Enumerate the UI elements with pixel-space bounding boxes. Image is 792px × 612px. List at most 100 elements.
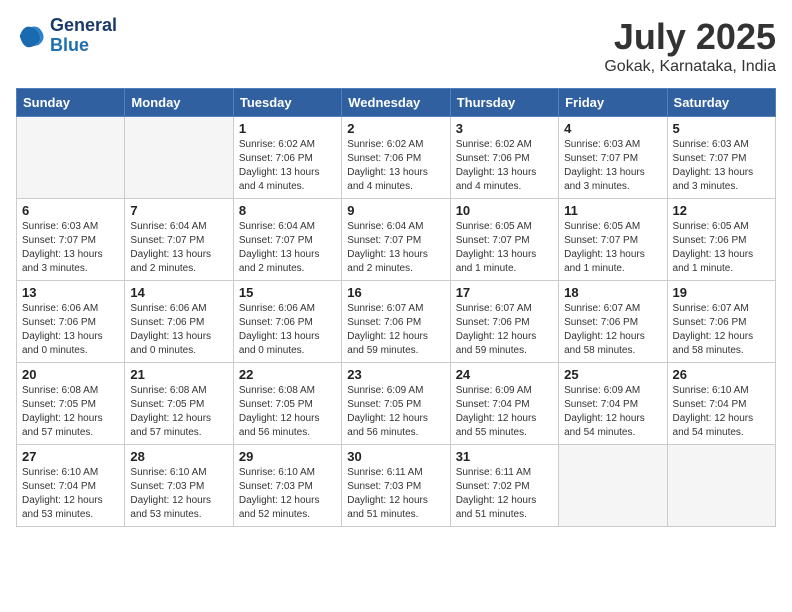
day-info: Sunrise: 6:07 AM Sunset: 7:06 PM Dayligh… bbox=[673, 302, 770, 358]
day-number: 29 bbox=[239, 449, 336, 464]
weekday-header: Sunday bbox=[17, 89, 125, 117]
day-info: Sunrise: 6:04 AM Sunset: 7:07 PM Dayligh… bbox=[239, 220, 336, 276]
calendar-day-cell: 30 Sunrise: 6:11 AM Sunset: 7:03 PM Dayli… bbox=[342, 445, 450, 527]
day-number: 10 bbox=[456, 203, 553, 218]
calendar-day-cell: 6 Sunrise: 6:03 AM Sunset: 7:07 PM Daylig… bbox=[17, 199, 125, 281]
day-info: Sunrise: 6:09 AM Sunset: 7:05 PM Dayligh… bbox=[347, 384, 444, 440]
day-number: 26 bbox=[673, 367, 770, 382]
day-info: Sunrise: 6:03 AM Sunset: 7:07 PM Dayligh… bbox=[22, 220, 119, 276]
day-number: 15 bbox=[239, 285, 336, 300]
calendar-day-cell: 8 Sunrise: 6:04 AM Sunset: 7:07 PM Daylig… bbox=[233, 199, 341, 281]
day-number: 11 bbox=[564, 203, 661, 218]
day-number: 16 bbox=[347, 285, 444, 300]
day-number: 31 bbox=[456, 449, 553, 464]
calendar-week-row: 27 Sunrise: 6:10 AM Sunset: 7:04 PM Dayli… bbox=[17, 445, 776, 527]
day-number: 12 bbox=[673, 203, 770, 218]
day-number: 28 bbox=[130, 449, 227, 464]
day-number: 17 bbox=[456, 285, 553, 300]
location-subtitle: Gokak, Karnataka, India bbox=[604, 58, 776, 76]
day-number: 8 bbox=[239, 203, 336, 218]
calendar-day-cell: 31Sunrise: 6:11 AM Sunset: 7:02 PM Dayli… bbox=[450, 445, 558, 527]
day-info: Sunrise: 6:07 AM Sunset: 7:06 PM Dayligh… bbox=[456, 302, 553, 358]
day-info: Sunrise: 6:07 AM Sunset: 7:06 PM Dayligh… bbox=[564, 302, 661, 358]
weekday-header: Monday bbox=[125, 89, 233, 117]
calendar-week-row: 1 Sunrise: 6:02 AM Sunset: 7:06 PM Daylig… bbox=[17, 117, 776, 199]
calendar-day-cell bbox=[125, 117, 233, 199]
calendar-day-cell: 23 Sunrise: 6:09 AM Sunset: 7:05 PM Dayli… bbox=[342, 363, 450, 445]
calendar-day-cell: 24Sunrise: 6:09 AM Sunset: 7:04 PM Dayli… bbox=[450, 363, 558, 445]
day-info: Sunrise: 6:02 AM Sunset: 7:06 PM Dayligh… bbox=[456, 138, 553, 194]
day-number: 9 bbox=[347, 203, 444, 218]
calendar-day-cell: 7 Sunrise: 6:04 AM Sunset: 7:07 PM Daylig… bbox=[125, 199, 233, 281]
day-number: 3 bbox=[456, 121, 553, 136]
day-number: 14 bbox=[130, 285, 227, 300]
day-info: Sunrise: 6:10 AM Sunset: 7:03 PM Dayligh… bbox=[239, 466, 336, 522]
day-info: Sunrise: 6:05 AM Sunset: 7:06 PM Dayligh… bbox=[673, 220, 770, 276]
day-number: 13 bbox=[22, 285, 119, 300]
day-number: 7 bbox=[130, 203, 227, 218]
day-number: 21 bbox=[130, 367, 227, 382]
calendar-day-cell: 2 Sunrise: 6:02 AM Sunset: 7:06 PM Daylig… bbox=[342, 117, 450, 199]
calendar-day-cell: 17 Sunrise: 6:07 AM Sunset: 7:06 PM Dayli… bbox=[450, 281, 558, 363]
day-info: Sunrise: 6:04 AM Sunset: 7:07 PM Dayligh… bbox=[130, 220, 227, 276]
day-number: 22 bbox=[239, 367, 336, 382]
day-info: Sunrise: 6:08 AM Sunset: 7:05 PM Dayligh… bbox=[22, 384, 119, 440]
calendar-day-cell: 21 Sunrise: 6:08 AM Sunset: 7:05 PM Dayli… bbox=[125, 363, 233, 445]
day-info: Sunrise: 6:05 AM Sunset: 7:07 PM Dayligh… bbox=[456, 220, 553, 276]
day-info: Sunrise: 6:11 AM Sunset: 7:03 PM Dayligh… bbox=[347, 466, 444, 522]
day-number: 18 bbox=[564, 285, 661, 300]
day-number: 30 bbox=[347, 449, 444, 464]
logo-icon bbox=[16, 21, 46, 51]
day-info: Sunrise: 6:04 AM Sunset: 7:07 PM Dayligh… bbox=[347, 220, 444, 276]
day-info: Sunrise: 6:10 AM Sunset: 7:04 PM Dayligh… bbox=[673, 384, 770, 440]
day-info: Sunrise: 6:09 AM Sunset: 7:04 PM Dayligh… bbox=[456, 384, 553, 440]
day-number: 5 bbox=[673, 121, 770, 136]
page-header: General Blue July 2025 Gokak, Karnataka,… bbox=[16, 16, 776, 76]
day-info: Sunrise: 6:10 AM Sunset: 7:03 PM Dayligh… bbox=[130, 466, 227, 522]
day-number: 20 bbox=[22, 367, 119, 382]
day-info: Sunrise: 6:06 AM Sunset: 7:06 PM Dayligh… bbox=[239, 302, 336, 358]
day-info: Sunrise: 6:03 AM Sunset: 7:07 PM Dayligh… bbox=[564, 138, 661, 194]
calendar-day-cell: 29 Sunrise: 6:10 AM Sunset: 7:03 PM Dayli… bbox=[233, 445, 341, 527]
weekday-header: Thursday bbox=[450, 89, 558, 117]
day-info: Sunrise: 6:08 AM Sunset: 7:05 PM Dayligh… bbox=[130, 384, 227, 440]
day-number: 1 bbox=[239, 121, 336, 136]
weekday-header: Wednesday bbox=[342, 89, 450, 117]
calendar-day-cell: 28 Sunrise: 6:10 AM Sunset: 7:03 PM Dayli… bbox=[125, 445, 233, 527]
calendar-day-cell bbox=[17, 117, 125, 199]
day-info: Sunrise: 6:05 AM Sunset: 7:07 PM Dayligh… bbox=[564, 220, 661, 276]
weekday-header: Saturday bbox=[667, 89, 775, 117]
calendar-day-cell: 20 Sunrise: 6:08 AM Sunset: 7:05 PM Dayli… bbox=[17, 363, 125, 445]
day-info: Sunrise: 6:10 AM Sunset: 7:04 PM Dayligh… bbox=[22, 466, 119, 522]
calendar-day-cell bbox=[559, 445, 667, 527]
day-number: 4 bbox=[564, 121, 661, 136]
calendar-day-cell bbox=[667, 445, 775, 527]
day-number: 2 bbox=[347, 121, 444, 136]
calendar-day-cell: 12 Sunrise: 6:05 AM Sunset: 7:06 PM Dayli… bbox=[667, 199, 775, 281]
day-info: Sunrise: 6:06 AM Sunset: 7:06 PM Dayligh… bbox=[130, 302, 227, 358]
calendar-day-cell: 15 Sunrise: 6:06 AM Sunset: 7:06 PM Dayli… bbox=[233, 281, 341, 363]
calendar-table: SundayMondayTuesdayWednesdayThursdayFrid… bbox=[16, 88, 776, 527]
day-info: Sunrise: 6:02 AM Sunset: 7:06 PM Dayligh… bbox=[347, 138, 444, 194]
weekday-header: Friday bbox=[559, 89, 667, 117]
calendar-week-row: 13 Sunrise: 6:06 AM Sunset: 7:06 PM Dayli… bbox=[17, 281, 776, 363]
day-info: Sunrise: 6:07 AM Sunset: 7:06 PM Dayligh… bbox=[347, 302, 444, 358]
calendar-day-cell: 5 Sunrise: 6:03 AM Sunset: 7:07 PM Daylig… bbox=[667, 117, 775, 199]
logo-text: General Blue bbox=[50, 16, 117, 56]
calendar-day-cell: 27 Sunrise: 6:10 AM Sunset: 7:04 PM Dayli… bbox=[17, 445, 125, 527]
day-info: Sunrise: 6:03 AM Sunset: 7:07 PM Dayligh… bbox=[673, 138, 770, 194]
calendar-day-cell: 26 Sunrise: 6:10 AM Sunset: 7:04 PM Dayli… bbox=[667, 363, 775, 445]
calendar-week-row: 20 Sunrise: 6:08 AM Sunset: 7:05 PM Dayli… bbox=[17, 363, 776, 445]
day-number: 23 bbox=[347, 367, 444, 382]
calendar-day-cell: 9 Sunrise: 6:04 AM Sunset: 7:07 PM Daylig… bbox=[342, 199, 450, 281]
calendar-day-cell: 14 Sunrise: 6:06 AM Sunset: 7:06 PM Dayli… bbox=[125, 281, 233, 363]
day-number: 27 bbox=[22, 449, 119, 464]
calendar-day-cell: 19Sunrise: 6:07 AM Sunset: 7:06 PM Dayli… bbox=[667, 281, 775, 363]
day-info: Sunrise: 6:06 AM Sunset: 7:06 PM Dayligh… bbox=[22, 302, 119, 358]
day-info: Sunrise: 6:09 AM Sunset: 7:04 PM Dayligh… bbox=[564, 384, 661, 440]
day-info: Sunrise: 6:08 AM Sunset: 7:05 PM Dayligh… bbox=[239, 384, 336, 440]
day-number: 25 bbox=[564, 367, 661, 382]
day-number: 6 bbox=[22, 203, 119, 218]
calendar-day-cell: 13 Sunrise: 6:06 AM Sunset: 7:06 PM Dayli… bbox=[17, 281, 125, 363]
calendar-day-cell: 1Sunrise: 6:02 AM Sunset: 7:06 PM Daylig… bbox=[233, 117, 341, 199]
